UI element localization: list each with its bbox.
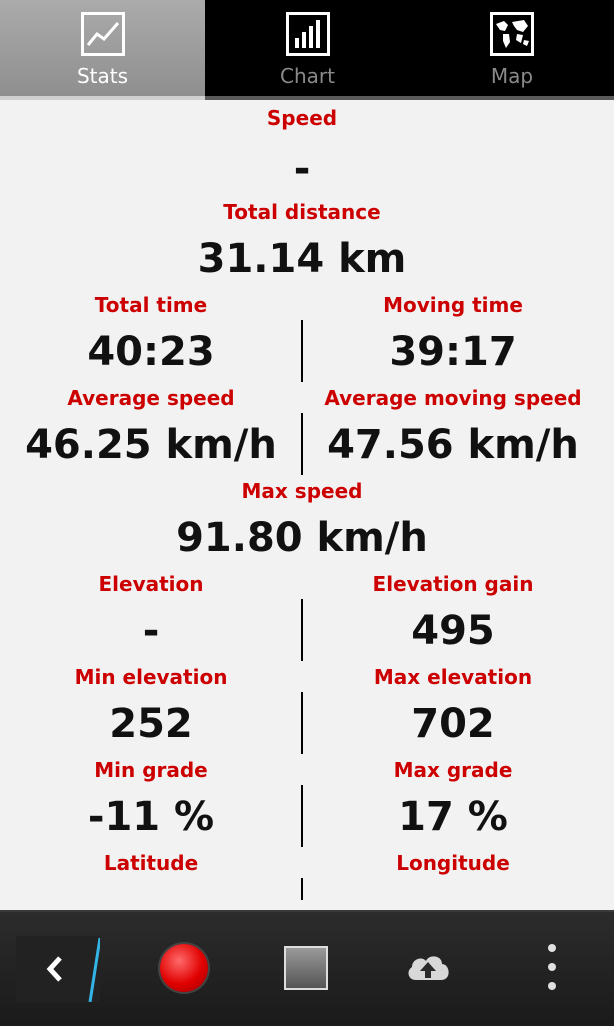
tab-bar: Stats Chart Map — [0, 0, 614, 100]
overflow-menu-button[interactable] — [545, 942, 559, 996]
moving-time-label: Moving time — [383, 293, 523, 317]
total-time-value: 40:23 — [87, 329, 215, 375]
cloud-upload-icon — [408, 956, 449, 980]
average-speed-value: 46.25 km/h — [25, 422, 277, 468]
tab-chart[interactable]: Chart — [205, 0, 410, 96]
speed-label: Speed — [266, 106, 338, 130]
stop-button[interactable] — [284, 946, 328, 990]
world-map-icon — [490, 12, 534, 56]
min-grade-value: -11 % — [87, 794, 215, 840]
min-grade-label: Min grade — [94, 758, 208, 782]
latitude-label: Latitude — [103, 851, 199, 875]
record-button[interactable] — [160, 944, 208, 992]
stats-line-icon — [80, 12, 125, 56]
elevation-gain-value: 495 — [411, 608, 495, 654]
tab-stats-label: Stats — [76, 64, 129, 88]
average-speed-label: Average speed — [67, 386, 235, 410]
elevation-gain-label: Elevation gain — [372, 572, 534, 596]
total-distance-value: 31.14 km — [197, 236, 407, 282]
tab-chart-label: Chart — [280, 64, 335, 88]
elevation-label: Elevation — [98, 572, 204, 596]
moving-time-value: 39:17 — [389, 329, 517, 375]
max-elevation-label: Max elevation — [373, 665, 533, 689]
longitude-label: Longitude — [396, 851, 510, 875]
min-elevation-label: Min elevation — [74, 665, 228, 689]
max-grade-value: 17 % — [398, 794, 508, 840]
average-moving-speed-label: Average moving speed — [324, 386, 582, 410]
upload-button[interactable] — [405, 950, 451, 988]
stats-panel: Speed - Total distance 31.14 km Total ti… — [0, 100, 614, 910]
max-speed-label: Max speed — [241, 479, 363, 503]
tab-map[interactable]: Map — [410, 0, 614, 96]
overflow-menu-icon — [548, 944, 556, 990]
chevron-left-icon — [46, 937, 100, 1002]
speed-value: - — [293, 146, 311, 192]
max-grade-label: Max grade — [393, 758, 513, 782]
tab-map-label: Map — [490, 64, 534, 88]
total-time-label: Total time — [94, 293, 208, 317]
total-distance-label: Total distance — [223, 200, 381, 224]
average-moving-speed-value: 47.56 km/h — [327, 422, 579, 468]
max-speed-value: 91.80 km/h — [176, 515, 428, 561]
elevation-value: - — [142, 608, 160, 654]
max-elevation-value: 702 — [411, 701, 495, 747]
bottom-action-bar — [0, 910, 614, 1026]
min-elevation-value: 252 — [109, 701, 193, 747]
divider — [301, 878, 303, 900]
bar-chart-icon — [285, 12, 330, 56]
back-button[interactable] — [16, 936, 100, 1002]
tab-stats[interactable]: Stats — [0, 0, 205, 96]
